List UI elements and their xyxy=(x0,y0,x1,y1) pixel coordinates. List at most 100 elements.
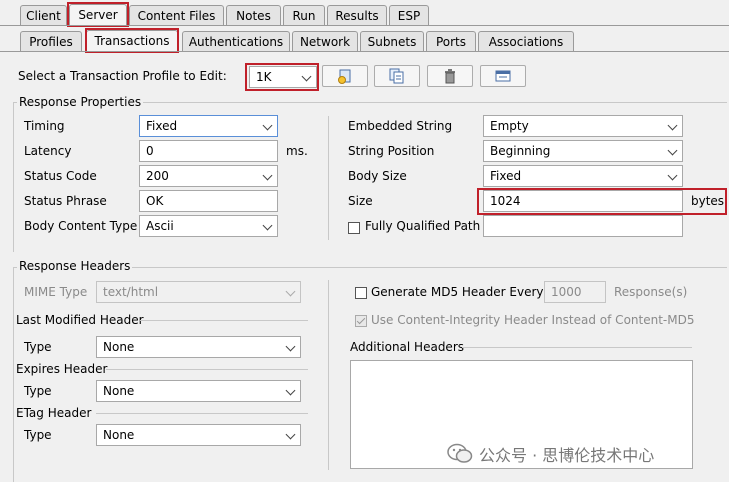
chevron-down-icon xyxy=(285,385,296,396)
chevron-down-icon xyxy=(262,170,273,181)
fully-qualified-path-input[interactable] xyxy=(483,215,683,237)
embedded-string-label: Embedded String xyxy=(348,119,453,133)
expires-type-select[interactable]: None xyxy=(96,380,301,402)
body-content-type-label: Body Content Type xyxy=(24,219,138,233)
embedded-string-value: Empty xyxy=(490,119,529,133)
tab-network[interactable]: Network xyxy=(292,31,358,51)
body-content-type-select[interactable]: Ascii xyxy=(139,215,278,237)
tab-server[interactable]: Server xyxy=(69,4,127,25)
top-tab-divider xyxy=(0,25,729,26)
size-input[interactable]: 1024 xyxy=(483,190,683,212)
generate-md5-checkbox[interactable] xyxy=(355,287,367,299)
chevron-down-icon xyxy=(262,220,273,231)
content-integrity-checkbox[interactable] xyxy=(355,315,367,327)
string-position-label: String Position xyxy=(348,144,435,158)
fully-qualified-path-label: Fully Qualified Path xyxy=(365,219,481,233)
status-code-value: 200 xyxy=(146,169,169,183)
expires-type-label: Type xyxy=(24,384,52,398)
response-headers-divider xyxy=(328,280,329,470)
profile-select-value: 1K xyxy=(256,70,272,84)
timing-select-value: Fixed xyxy=(146,119,178,133)
copy-profile-button[interactable] xyxy=(374,65,420,87)
etag-type-value: None xyxy=(103,428,135,442)
status-phrase-label: Status Phrase xyxy=(24,194,107,208)
additional-headers-title: Additional Headers xyxy=(350,340,464,354)
top-tab-bar: Client Server Content Files Notes Run Re… xyxy=(0,4,729,25)
embedded-string-select[interactable]: Empty xyxy=(483,115,683,137)
sub-tab-bar: Profiles Transactions Authentications Ne… xyxy=(0,30,729,51)
add-profile-icon xyxy=(338,69,351,84)
expires-title: Expires Header xyxy=(16,362,108,376)
expires-type-value: None xyxy=(103,384,135,398)
chevron-down-icon xyxy=(285,429,296,440)
tab-esp[interactable]: ESP xyxy=(389,5,429,25)
chevron-down-icon xyxy=(667,120,678,131)
body-size-value: Fixed xyxy=(490,169,522,183)
body-content-type-value: Ascii xyxy=(146,219,174,233)
fully-qualified-path-checkbox[interactable] xyxy=(348,222,360,234)
tab-profiles[interactable]: Profiles xyxy=(20,31,82,51)
rename-profile-button[interactable] xyxy=(480,65,526,87)
etag-title: ETag Header xyxy=(16,406,92,420)
watermark-text: 公众号 · 思博伦技术中心 xyxy=(479,446,655,465)
md5-unit: Response(s) xyxy=(614,285,688,299)
response-properties-divider xyxy=(328,116,329,240)
sub-tab-divider xyxy=(0,51,729,52)
md5-interval-input[interactable]: 1000 xyxy=(544,281,606,303)
tab-notes[interactable]: Notes xyxy=(226,5,281,25)
rename-profile-icon xyxy=(495,70,511,82)
delete-profile-button[interactable] xyxy=(427,65,473,87)
chevron-down-icon xyxy=(667,170,678,181)
generate-md5-label: Generate MD5 Header Every xyxy=(371,285,544,299)
response-properties-title: Response Properties xyxy=(17,95,144,109)
profile-select[interactable]: 1K xyxy=(249,66,317,88)
delete-profile-icon xyxy=(445,69,455,84)
body-size-label: Body Size xyxy=(348,169,407,183)
string-position-select[interactable]: Beginning xyxy=(483,140,683,162)
chevron-down-icon xyxy=(285,341,296,352)
additional-headers-line xyxy=(462,347,692,348)
etag-type-select[interactable]: None xyxy=(96,424,301,446)
string-position-value: Beginning xyxy=(490,144,551,158)
tab-content-files[interactable]: Content Files xyxy=(129,5,224,25)
status-phrase-input[interactable]: OK xyxy=(139,190,278,212)
tab-authentications[interactable]: Authentications xyxy=(182,31,290,51)
mime-type-value: text/html xyxy=(103,285,159,299)
size-label: Size xyxy=(348,194,373,208)
tab-results[interactable]: Results xyxy=(327,5,387,25)
tab-associations[interactable]: Associations xyxy=(478,31,574,51)
chevron-down-icon xyxy=(285,286,296,297)
last-modified-line xyxy=(140,320,308,321)
chevron-down-icon xyxy=(301,71,312,82)
tab-transactions[interactable]: Transactions xyxy=(86,30,178,51)
tab-subnets[interactable]: Subnets xyxy=(360,31,424,51)
body-size-select[interactable]: Fixed xyxy=(483,165,683,187)
chevron-down-icon xyxy=(262,120,273,131)
profile-select-label: Select a Transaction Profile to Edit: xyxy=(18,69,227,83)
tab-client[interactable]: Client xyxy=(20,5,67,25)
timing-select[interactable]: Fixed xyxy=(139,115,278,137)
size-unit: bytes xyxy=(691,194,725,208)
last-modified-title: Last Modified Header xyxy=(16,313,144,327)
timing-label: Timing xyxy=(24,119,65,133)
latency-unit: ms. xyxy=(286,144,308,158)
latency-input[interactable]: 0 xyxy=(139,140,278,162)
add-profile-button[interactable] xyxy=(322,65,368,87)
tab-run[interactable]: Run xyxy=(283,5,325,25)
last-modified-type-select[interactable]: None xyxy=(96,336,301,358)
last-modified-type-value: None xyxy=(103,340,135,354)
last-modified-type-label: Type xyxy=(24,340,52,354)
mime-type-select[interactable]: text/html xyxy=(96,281,301,303)
response-headers-title: Response Headers xyxy=(17,259,133,273)
latency-label: Latency xyxy=(24,144,72,158)
watermark: 公众号 · 思博伦技术中心 xyxy=(447,442,654,466)
wechat-icon xyxy=(447,443,473,463)
status-code-label: Status Code xyxy=(24,169,97,183)
tab-ports[interactable]: Ports xyxy=(426,31,476,51)
mime-type-label: MIME Type xyxy=(24,285,88,299)
content-integrity-label: Use Content-Integrity Header Instead of … xyxy=(371,313,695,327)
copy-profile-icon xyxy=(389,68,404,84)
chevron-down-icon xyxy=(667,145,678,156)
status-code-select[interactable]: 200 xyxy=(139,165,278,187)
etag-type-label: Type xyxy=(24,428,52,442)
